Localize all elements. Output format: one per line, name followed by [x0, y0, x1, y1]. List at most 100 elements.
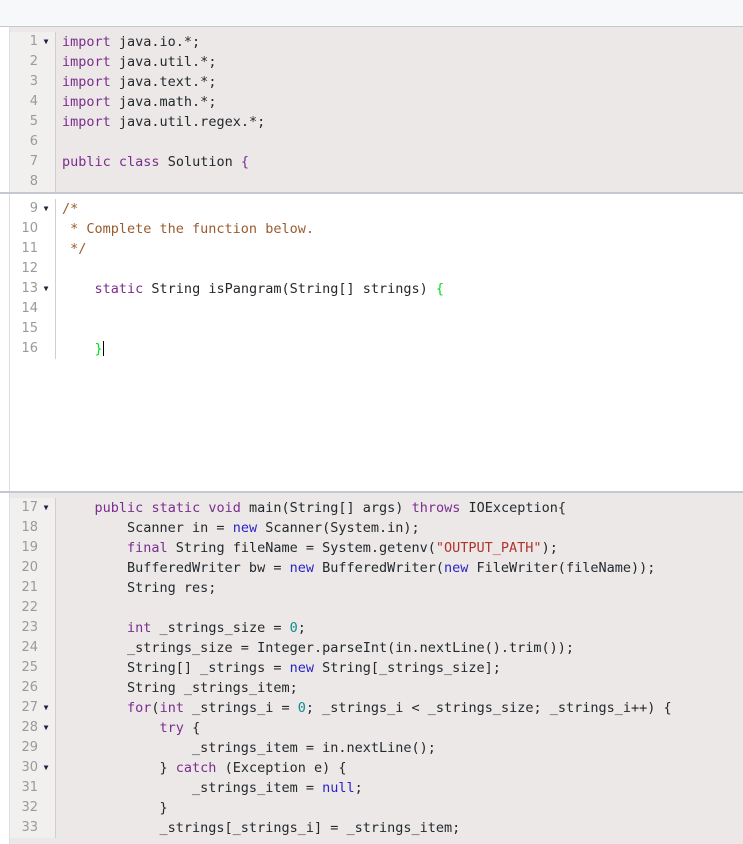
- line-number: 5: [29, 114, 38, 129]
- code-line: 31▼ _strings_item = null;: [0, 778, 743, 798]
- fold-triangle-down-icon[interactable]: ▼: [40, 498, 52, 518]
- code-token: try: [159, 720, 184, 736]
- code-token: new: [289, 560, 314, 576]
- code-line: 25▼ String[] _strings = new String[_stri…: [0, 658, 743, 678]
- line-number: 27: [21, 700, 38, 715]
- code-line-text: _strings_item = in.nextLine();: [56, 738, 743, 758]
- line-number: 3: [29, 74, 38, 89]
- code-line[interactable]: 9 ▼ /*: [0, 199, 743, 219]
- code-line[interactable]: 15▼: [0, 319, 743, 339]
- editable-solution-code-pane[interactable]: 9▼/*10▼ * Complete the function below.11…: [0, 194, 743, 491]
- line-gutter: 11▼: [10, 239, 56, 259]
- code-token: BufferedWriter bw =: [62, 560, 290, 576]
- code-line: 8▼: [0, 172, 743, 192]
- fold-placeholder-icon: ▼: [40, 738, 52, 758]
- code-token: throws: [411, 500, 461, 516]
- fold-placeholder-icon: ▼: [40, 299, 52, 319]
- code-line-text[interactable]: static String isPangram(String[] strings…: [56, 279, 743, 299]
- line-number: 6: [29, 134, 38, 149]
- line-gutter: 30 ▼: [10, 758, 56, 778]
- line-number: 26: [21, 680, 38, 695]
- fold-triangle-down-icon[interactable]: ▼: [40, 279, 52, 299]
- fold-placeholder-icon: ▼: [40, 239, 52, 259]
- line-gutter: 20▼: [10, 558, 56, 578]
- code-token: import: [62, 74, 111, 90]
- fold-triangle-down-icon[interactable]: ▼: [40, 32, 52, 52]
- code-token: catch: [175, 760, 217, 776]
- left-margin-strip: [0, 194, 10, 491]
- code-line[interactable]: 16▼ }: [0, 339, 743, 359]
- line-number: 16: [21, 341, 38, 356]
- code-line[interactable]: 13 ▼ static String isPangram(String[] str…: [0, 279, 743, 299]
- code-line-text: [56, 172, 743, 192]
- code-line-text: public class Solution {: [56, 152, 743, 172]
- line-number: 33: [21, 820, 38, 835]
- code-line-text[interactable]: * Complete the function below.: [56, 219, 743, 239]
- fold-triangle-down-icon[interactable]: ▼: [40, 698, 52, 718]
- code-line-text[interactable]: [56, 319, 743, 339]
- code-line-text[interactable]: [56, 259, 743, 279]
- code-token: );: [541, 540, 558, 556]
- line-number: 10: [21, 221, 38, 236]
- line-number: 2: [29, 54, 38, 69]
- code-line-text: String[] _strings = new String[_strings_…: [56, 658, 743, 678]
- code-token: /*: [62, 201, 79, 217]
- line-number: 24: [21, 640, 38, 655]
- line-gutter: 15▼: [10, 319, 56, 339]
- fold-placeholder-icon: ▼: [40, 618, 52, 638]
- code-line: 27 ▼ for(int _strings_i = 0; _strings_i <…: [0, 698, 743, 718]
- fold-triangle-down-icon[interactable]: ▼: [40, 199, 52, 219]
- code-line-text: import java.util.regex.*;: [56, 112, 743, 132]
- code-line-text[interactable]: [56, 299, 743, 319]
- line-gutter: 32▼: [10, 798, 56, 818]
- line-number: 28: [21, 720, 38, 735]
- line-gutter: 27 ▼: [10, 698, 56, 718]
- code-line-text[interactable]: }: [56, 339, 743, 359]
- fold-placeholder-icon: ▼: [40, 112, 52, 132]
- code-line[interactable]: 12▼: [0, 259, 743, 279]
- code-line-text: Scanner in = new Scanner(System.in);: [56, 518, 743, 538]
- code-line: 22▼: [0, 598, 743, 618]
- code-line-text[interactable]: /*: [56, 199, 743, 219]
- line-gutter: 18▼: [10, 518, 56, 538]
- code-line[interactable]: 14▼: [0, 299, 743, 319]
- fold-placeholder-icon: ▼: [40, 219, 52, 239]
- fold-triangle-down-icon[interactable]: ▼: [40, 758, 52, 778]
- code-line-list: 17 ▼ public static void main(String[] arg…: [0, 493, 743, 838]
- fold-placeholder-icon: ▼: [40, 818, 52, 838]
- fold-placeholder-icon: ▼: [40, 72, 52, 92]
- line-gutter: 3▼: [10, 72, 56, 92]
- code-token: _strings_size = Integer.parseInt(in.next…: [62, 640, 575, 656]
- line-number: 20: [21, 560, 38, 575]
- code-line[interactable]: 10▼ * Complete the function below.: [0, 219, 743, 239]
- code-token: _strings_item = in.nextLine();: [62, 740, 436, 756]
- code-line-text: String _strings_item;: [56, 678, 743, 698]
- line-gutter: 10▼: [10, 219, 56, 239]
- code-token: java.io.*;: [110, 34, 201, 50]
- fold-triangle-down-icon[interactable]: ▼: [40, 718, 52, 738]
- fold-placeholder-icon: ▼: [40, 638, 52, 658]
- code-line-text: BufferedWriter bw = new BufferedWriter(n…: [56, 558, 743, 578]
- code-line[interactable]: 11▼ */: [0, 239, 743, 259]
- code-token: int: [127, 620, 152, 636]
- code-line: 18▼ Scanner in = new Scanner(System.in);: [0, 518, 743, 538]
- fold-placeholder-icon: ▼: [40, 518, 52, 538]
- code-token: ; _strings_i < _strings_size; _strings_i…: [305, 700, 672, 716]
- code-token: }: [62, 760, 176, 776]
- line-number: 7: [29, 154, 38, 169]
- code-token: String _strings_item;: [62, 680, 298, 696]
- code-line-text[interactable]: */: [56, 239, 743, 259]
- code-line: 3▼import java.text.*;: [0, 72, 743, 92]
- code-token: String fileName = System.getenv(: [167, 540, 436, 556]
- fold-placeholder-icon: ▼: [40, 658, 52, 678]
- code-token: import: [62, 54, 111, 70]
- line-gutter: 23▼: [10, 618, 56, 638]
- left-margin-strip: [0, 27, 10, 192]
- code-line: 24▼ _strings_size = Integer.parseInt(in.…: [0, 638, 743, 658]
- fold-placeholder-icon: ▼: [40, 52, 52, 72]
- code-token: * Complete the function below.: [62, 221, 314, 237]
- fold-placeholder-icon: ▼: [40, 778, 52, 798]
- code-editor-root: 1▼import java.io.*;2▼import java.util.*;…: [0, 0, 743, 844]
